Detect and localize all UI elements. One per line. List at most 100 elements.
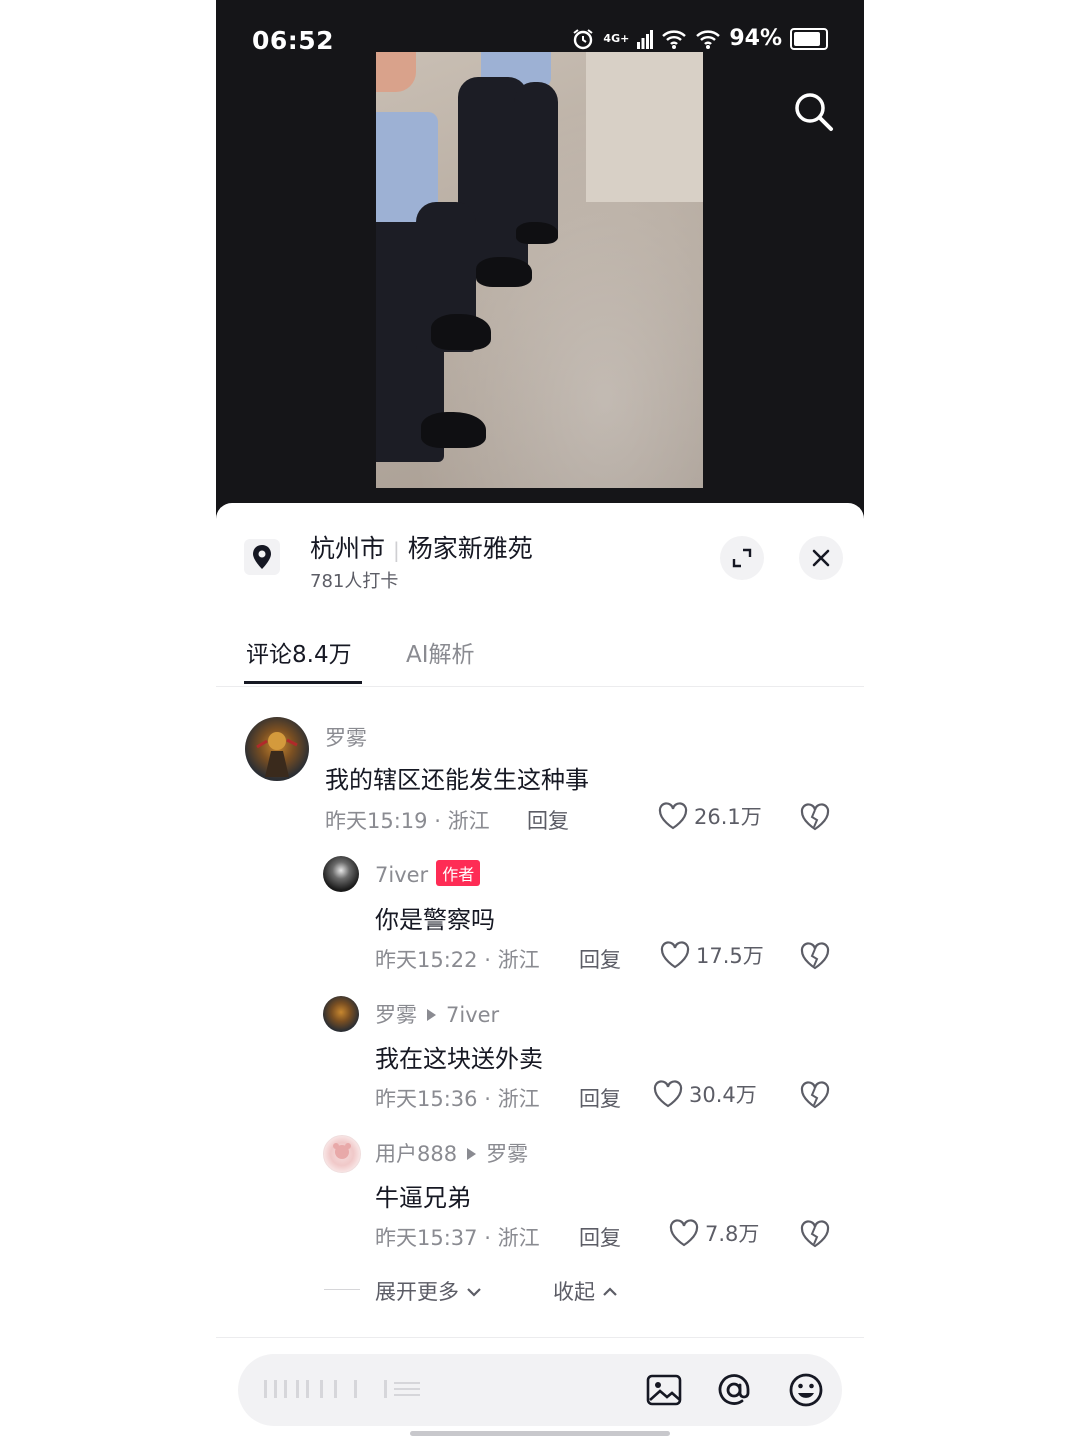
location-city: 杭州市 <box>310 534 386 563</box>
comment-time: 昨天15:22 <box>375 948 478 972</box>
avatar[interactable] <box>323 856 359 892</box>
status-bar: 06:52 4G+ 94% <box>216 0 864 80</box>
broken-heart-icon[interactable] <box>800 1219 830 1249</box>
reply-username-row: 罗雾 7iver <box>375 999 499 1029</box>
phone-screen: 06:52 4G+ 94% 杭州市 | 杨家新雅苑 781人打卡 评论8.4万 … <box>216 0 864 1440</box>
heart-icon <box>669 1219 699 1247</box>
wifi-icon <box>696 29 721 49</box>
signal-icon <box>637 29 654 49</box>
location-place: 杨家新雅苑 <box>407 534 533 563</box>
comment-username[interactable]: 罗雾 <box>325 722 367 752</box>
tab-bar: 评论8.4万 AI解析 <box>216 623 864 687</box>
tab-underline <box>244 681 362 684</box>
collapse-label: 收起 <box>553 1280 595 1304</box>
reply-arrow-icon <box>467 1148 477 1160</box>
reply-to-username[interactable]: 罗雾 <box>486 1142 528 1166</box>
bottom-divider <box>216 1337 864 1338</box>
heart-icon <box>653 1080 683 1108</box>
expand-more-label: 展开更多 <box>375 1280 459 1304</box>
like-button[interactable]: 26.1万 <box>658 801 762 831</box>
comment-text: 我在这块送外卖 <box>375 1045 543 1073</box>
location-separator: | <box>393 538 400 562</box>
close-icon <box>812 549 830 567</box>
like-button[interactable]: 7.8万 <box>669 1218 759 1248</box>
reply-username-row: 7iver 作者 <box>375 860 481 887</box>
comment-region: 浙江 <box>497 1087 540 1111</box>
at-icon[interactable] <box>714 1370 754 1410</box>
emoji-icon[interactable] <box>786 1370 826 1410</box>
search-button[interactable] <box>792 90 836 134</box>
expand-divider <box>324 1289 360 1290</box>
reply-button[interactable]: 回复 <box>579 1083 621 1113</box>
location-row[interactable]: 杭州市 | 杨家新雅苑 781人打卡 <box>216 503 864 613</box>
reply-to-username[interactable]: 7iver <box>446 1003 499 1027</box>
status-time: 06:52 <box>252 26 335 55</box>
comment-sheet: 杭州市 | 杨家新雅苑 781人打卡 评论8.4万 AI解析 罗雾 我的辖区还能发生… <box>216 503 864 1440</box>
reply-username-row: 用户888 罗雾 <box>375 1138 528 1168</box>
comment-username[interactable]: 用户888 <box>375 1142 457 1166</box>
image-icon[interactable] <box>644 1370 684 1410</box>
avatar[interactable] <box>323 1135 361 1173</box>
comment-time: 昨天15:36 <box>375 1087 478 1111</box>
alarm-icon <box>573 28 594 49</box>
tab-ai-analysis[interactable]: AI解析 <box>406 635 475 669</box>
like-count: 30.4万 <box>689 1083 757 1107</box>
expand-icon <box>732 548 752 568</box>
comment-meta: 昨天15:22 · 浙江 <box>375 944 540 974</box>
checkin-count: 781人打卡 <box>310 571 399 592</box>
tab-comments[interactable]: 评论8.4万 <box>246 635 352 669</box>
collapse-button[interactable]: 收起 <box>553 1276 618 1306</box>
comment-username[interactable]: 罗雾 <box>375 1003 417 1027</box>
comment-text: 我的辖区还能发生这种事 <box>325 766 589 794</box>
comment-username[interactable]: 7iver <box>375 863 428 887</box>
chevron-down-icon <box>466 1288 481 1297</box>
comment-meta: 昨天15:36 · 浙江 <box>375 1083 540 1113</box>
reply-arrow-icon <box>427 1009 436 1021</box>
avatar[interactable] <box>245 717 309 781</box>
meta-separator: · <box>434 809 441 833</box>
video-frame[interactable] <box>376 52 703 488</box>
like-count: 7.8万 <box>705 1222 760 1246</box>
home-indicator <box>410 1431 670 1436</box>
broken-heart-icon[interactable] <box>800 1080 830 1110</box>
author-badge: 作者 <box>436 860 481 886</box>
reply-button[interactable]: 回复 <box>527 805 569 835</box>
wifi-plus-icon <box>662 29 687 49</box>
location-title: 杭州市 | 杨家新雅苑 <box>310 529 533 565</box>
meta-separator: · <box>484 1087 491 1111</box>
comment-meta: 昨天15:37 · 浙江 <box>375 1222 540 1252</box>
search-icon <box>795 93 833 131</box>
broken-heart-icon[interactable] <box>800 941 830 971</box>
comment-text: 牛逼兄弟 <box>375 1184 471 1212</box>
comment-input-placeholder <box>264 1376 424 1408</box>
comment-text: 你是警察吗 <box>375 906 495 934</box>
heart-icon <box>658 802 688 830</box>
video-player[interactable]: 06:52 4G+ 94% <box>216 0 864 520</box>
avatar[interactable] <box>323 996 359 1032</box>
meta-separator: · <box>484 948 491 972</box>
battery-percent: 94% <box>729 26 782 51</box>
comment-region: 浙江 <box>497 1226 540 1250</box>
location-pin-icon <box>244 539 280 575</box>
like-button[interactable]: 17.5万 <box>660 940 764 970</box>
comment-input[interactable] <box>238 1354 842 1426</box>
comment-time: 昨天15:37 <box>375 1226 478 1250</box>
broken-heart-icon[interactable] <box>800 802 830 832</box>
reply-button[interactable]: 回复 <box>579 944 621 974</box>
network-label: 4G+ <box>603 32 630 45</box>
meta-separator: · <box>484 1226 491 1250</box>
like-button[interactable]: 30.4万 <box>653 1079 757 1109</box>
comment-region: 浙江 <box>447 809 490 833</box>
like-count: 17.5万 <box>696 944 764 968</box>
status-icons: 4G+ 94% <box>571 26 828 51</box>
expand-button[interactable] <box>720 536 764 580</box>
expand-more-button[interactable]: 展开更多 <box>375 1276 482 1306</box>
chevron-up-icon <box>602 1287 617 1296</box>
like-count: 26.1万 <box>694 805 762 829</box>
reply-button[interactable]: 回复 <box>579 1222 621 1252</box>
comment-region: 浙江 <box>497 948 540 972</box>
heart-icon <box>660 941 690 969</box>
comment-time: 昨天15:19 <box>325 809 428 833</box>
comment-meta: 昨天15:19 · 浙江 <box>325 805 490 835</box>
close-button[interactable] <box>799 536 843 580</box>
